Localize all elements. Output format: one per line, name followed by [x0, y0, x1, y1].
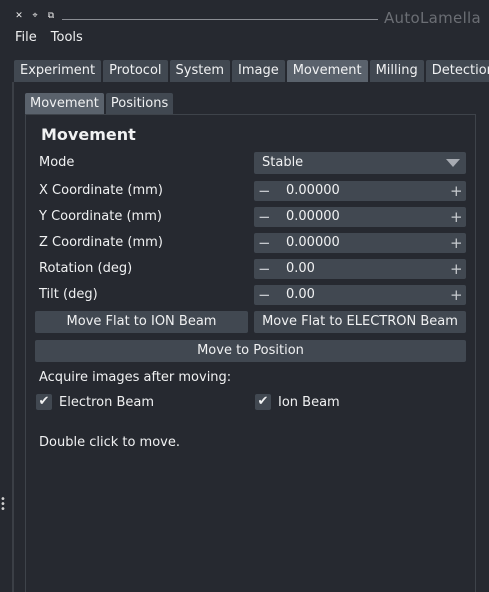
tab-protocol[interactable]: Protocol: [103, 60, 168, 82]
tab-milling[interactable]: Milling: [369, 60, 424, 82]
hint-text: Double click to move.: [39, 435, 181, 450]
minus-icon[interactable]: −: [258, 259, 271, 279]
z-coordinate-label: Z Coordinate (mm): [39, 235, 163, 250]
move-to-position-button[interactable]: Move to Position: [35, 340, 466, 362]
tilt-spinbox[interactable]: − 0.00 +: [254, 285, 466, 305]
y-coordinate-label: Y Coordinate (mm): [39, 209, 162, 224]
ion-beam-label[interactable]: Ion Beam: [278, 395, 340, 410]
minus-icon[interactable]: −: [258, 233, 271, 253]
tab-detection[interactable]: Detection: [425, 60, 489, 82]
tab-experiment[interactable]: Experiment: [14, 60, 102, 82]
x-coordinate-label: X Coordinate (mm): [39, 183, 163, 198]
main-tab-bar: Experiment Protocol System Image Movemen…: [14, 60, 489, 82]
menu-bar: File Tools: [15, 30, 83, 48]
rotation-spinbox[interactable]: − 0.00 +: [254, 259, 466, 279]
inner-tab-bar: Movement Positions: [25, 93, 174, 114]
move-flat-electron-button[interactable]: Move Flat to ELECTRON Beam: [254, 311, 466, 333]
tab-positions[interactable]: Positions: [105, 93, 174, 114]
z-coordinate-spinbox[interactable]: − 0.00000 +: [254, 233, 466, 253]
tab-system[interactable]: System: [169, 60, 230, 82]
move-flat-ion-button[interactable]: Move Flat to ION Beam: [35, 311, 248, 333]
minus-icon[interactable]: −: [258, 285, 271, 305]
rotation-value: 0.00: [286, 261, 315, 276]
x-coordinate-spinbox[interactable]: − 0.00000 +: [254, 181, 466, 201]
electron-beam-label[interactable]: Electron Beam: [59, 395, 154, 410]
acquire-label: Acquire images after moving:: [39, 370, 232, 385]
tab-inner-movement[interactable]: Movement: [25, 93, 104, 114]
chevron-down-icon: [446, 159, 460, 167]
menu-file[interactable]: File: [15, 30, 37, 48]
mode-value: Stable: [262, 155, 304, 170]
mode-label: Mode: [39, 155, 75, 170]
plus-icon[interactable]: +: [450, 285, 463, 305]
plus-icon[interactable]: +: [450, 181, 463, 201]
title-bar: ✕ ⌖ ⧉ AutoLamella: [0, 0, 489, 30]
electron-beam-checkbox[interactable]: ✔: [36, 394, 52, 410]
plus-icon[interactable]: +: [450, 259, 463, 279]
y-coordinate-value: 0.00000: [286, 209, 340, 224]
restore-icon[interactable]: ⧉: [46, 11, 56, 21]
tab-movement[interactable]: Movement: [286, 60, 368, 82]
y-coordinate-spinbox[interactable]: − 0.00000 +: [254, 207, 466, 227]
ion-beam-checkbox[interactable]: ✔: [255, 394, 271, 410]
minus-icon[interactable]: −: [258, 181, 271, 201]
tab-image[interactable]: Image: [232, 60, 285, 82]
rotation-label: Rotation (deg): [39, 261, 133, 276]
dock-edge: [12, 82, 14, 592]
tilt-value: 0.00: [286, 287, 315, 302]
z-coordinate-value: 0.00000: [286, 235, 340, 250]
tilt-label: Tilt (deg): [39, 287, 98, 302]
x-coordinate-value: 0.00000: [286, 183, 340, 198]
mode-select[interactable]: Stable: [254, 152, 466, 174]
window-title: AutoLamella: [383, 9, 481, 27]
plus-icon[interactable]: +: [450, 207, 463, 227]
close-icon[interactable]: ✕: [14, 11, 24, 21]
menu-tools[interactable]: Tools: [51, 30, 83, 48]
plus-icon[interactable]: +: [450, 233, 463, 253]
title-bar-divider: [62, 19, 378, 20]
minus-icon[interactable]: −: [258, 207, 271, 227]
float-icon[interactable]: ⌖: [30, 11, 40, 21]
section-title: Movement: [41, 125, 136, 144]
dock-handle-icon[interactable]: • • •: [0, 495, 6, 515]
